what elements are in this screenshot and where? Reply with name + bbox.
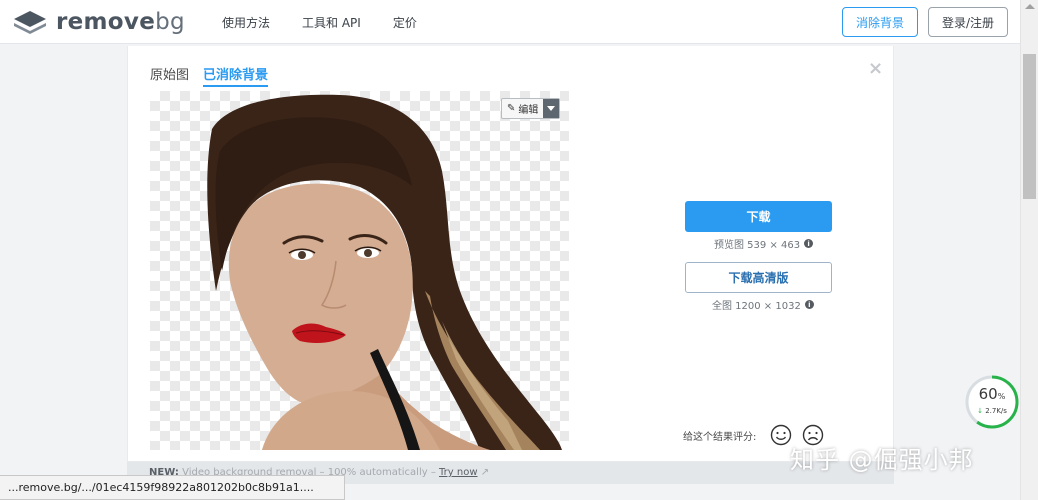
top-navbar: removebg 使用方法 工具和 API 定价 消除背景 登录/注册	[0, 0, 1020, 44]
external-link-icon[interactable]: ↗	[481, 467, 489, 478]
speed-rate: ↓ 2.7K/s	[977, 407, 1007, 415]
edit-button[interactable]: ✎ 编辑	[501, 98, 561, 119]
cutout-portrait-image	[207, 94, 562, 450]
info-icon[interactable]: i	[804, 239, 814, 248]
close-icon[interactable]: ×	[868, 58, 883, 79]
tab-original[interactable]: 原始图	[150, 64, 189, 87]
page-scrollbar[interactable]	[1020, 0, 1038, 500]
main-nav: 使用方法 工具和 API 定价	[222, 14, 449, 31]
result-tabs: 原始图 已消除背景	[150, 64, 282, 87]
zhihu-watermark: 知乎 @倔强小邦	[790, 446, 974, 474]
download-hd-button[interactable]: 下载高清版	[685, 262, 832, 293]
scroll-up-arrow-icon[interactable]	[1025, 4, 1035, 9]
edit-dropdown-caret-icon[interactable]	[543, 99, 560, 118]
download-button[interactable]: 下载	[685, 201, 832, 232]
speed-percent: 60%	[978, 385, 1006, 403]
nav-tools-api[interactable]: 工具和 API	[302, 14, 361, 31]
edit-label: 编辑	[518, 105, 539, 116]
pencil-icon: ✎	[507, 103, 516, 114]
preview-size-text: 预览图 539 × 463	[714, 240, 801, 251]
logo[interactable]: removebg	[12, 9, 185, 35]
full-size-text: 全图 1200 × 1032	[712, 301, 801, 312]
result-card: 原始图 已消除背景 × ✎ 编辑 下载 预览图 539 × 463 i 下载高清…	[127, 46, 894, 462]
remove-background-button[interactable]: 消除背景	[842, 7, 918, 37]
full-size-info: 全图 1200 × 1032 i	[712, 297, 814, 312]
preview-size-info: 预览图 539 × 463 i	[714, 236, 814, 251]
edit-button-main[interactable]: ✎ 编辑	[502, 99, 543, 118]
down-arrow-icon: ↓	[977, 407, 983, 415]
logo-text: removebg	[56, 9, 185, 35]
tab-removed-background[interactable]: 已消除背景	[203, 64, 269, 87]
try-now-link[interactable]: Try now	[439, 467, 477, 478]
nav-how-to-use[interactable]: 使用方法	[222, 14, 270, 31]
layers-logo-icon	[14, 11, 46, 34]
network-speed-widget[interactable]: 60% ↓ 2.7K/s	[964, 374, 1020, 430]
rating-label: 给这个结果评分:	[683, 431, 757, 443]
scroll-thumb[interactable]	[1023, 54, 1036, 199]
info-icon[interactable]: i	[804, 300, 814, 309]
nav-pricing[interactable]: 定价	[393, 14, 417, 31]
login-register-button[interactable]: 登录/注册	[928, 7, 1008, 37]
result-image-preview: ✎ 编辑	[150, 91, 569, 450]
browser-status-bar: ...remove.bg/.../01ec4159f98922a801202b0…	[0, 475, 345, 500]
